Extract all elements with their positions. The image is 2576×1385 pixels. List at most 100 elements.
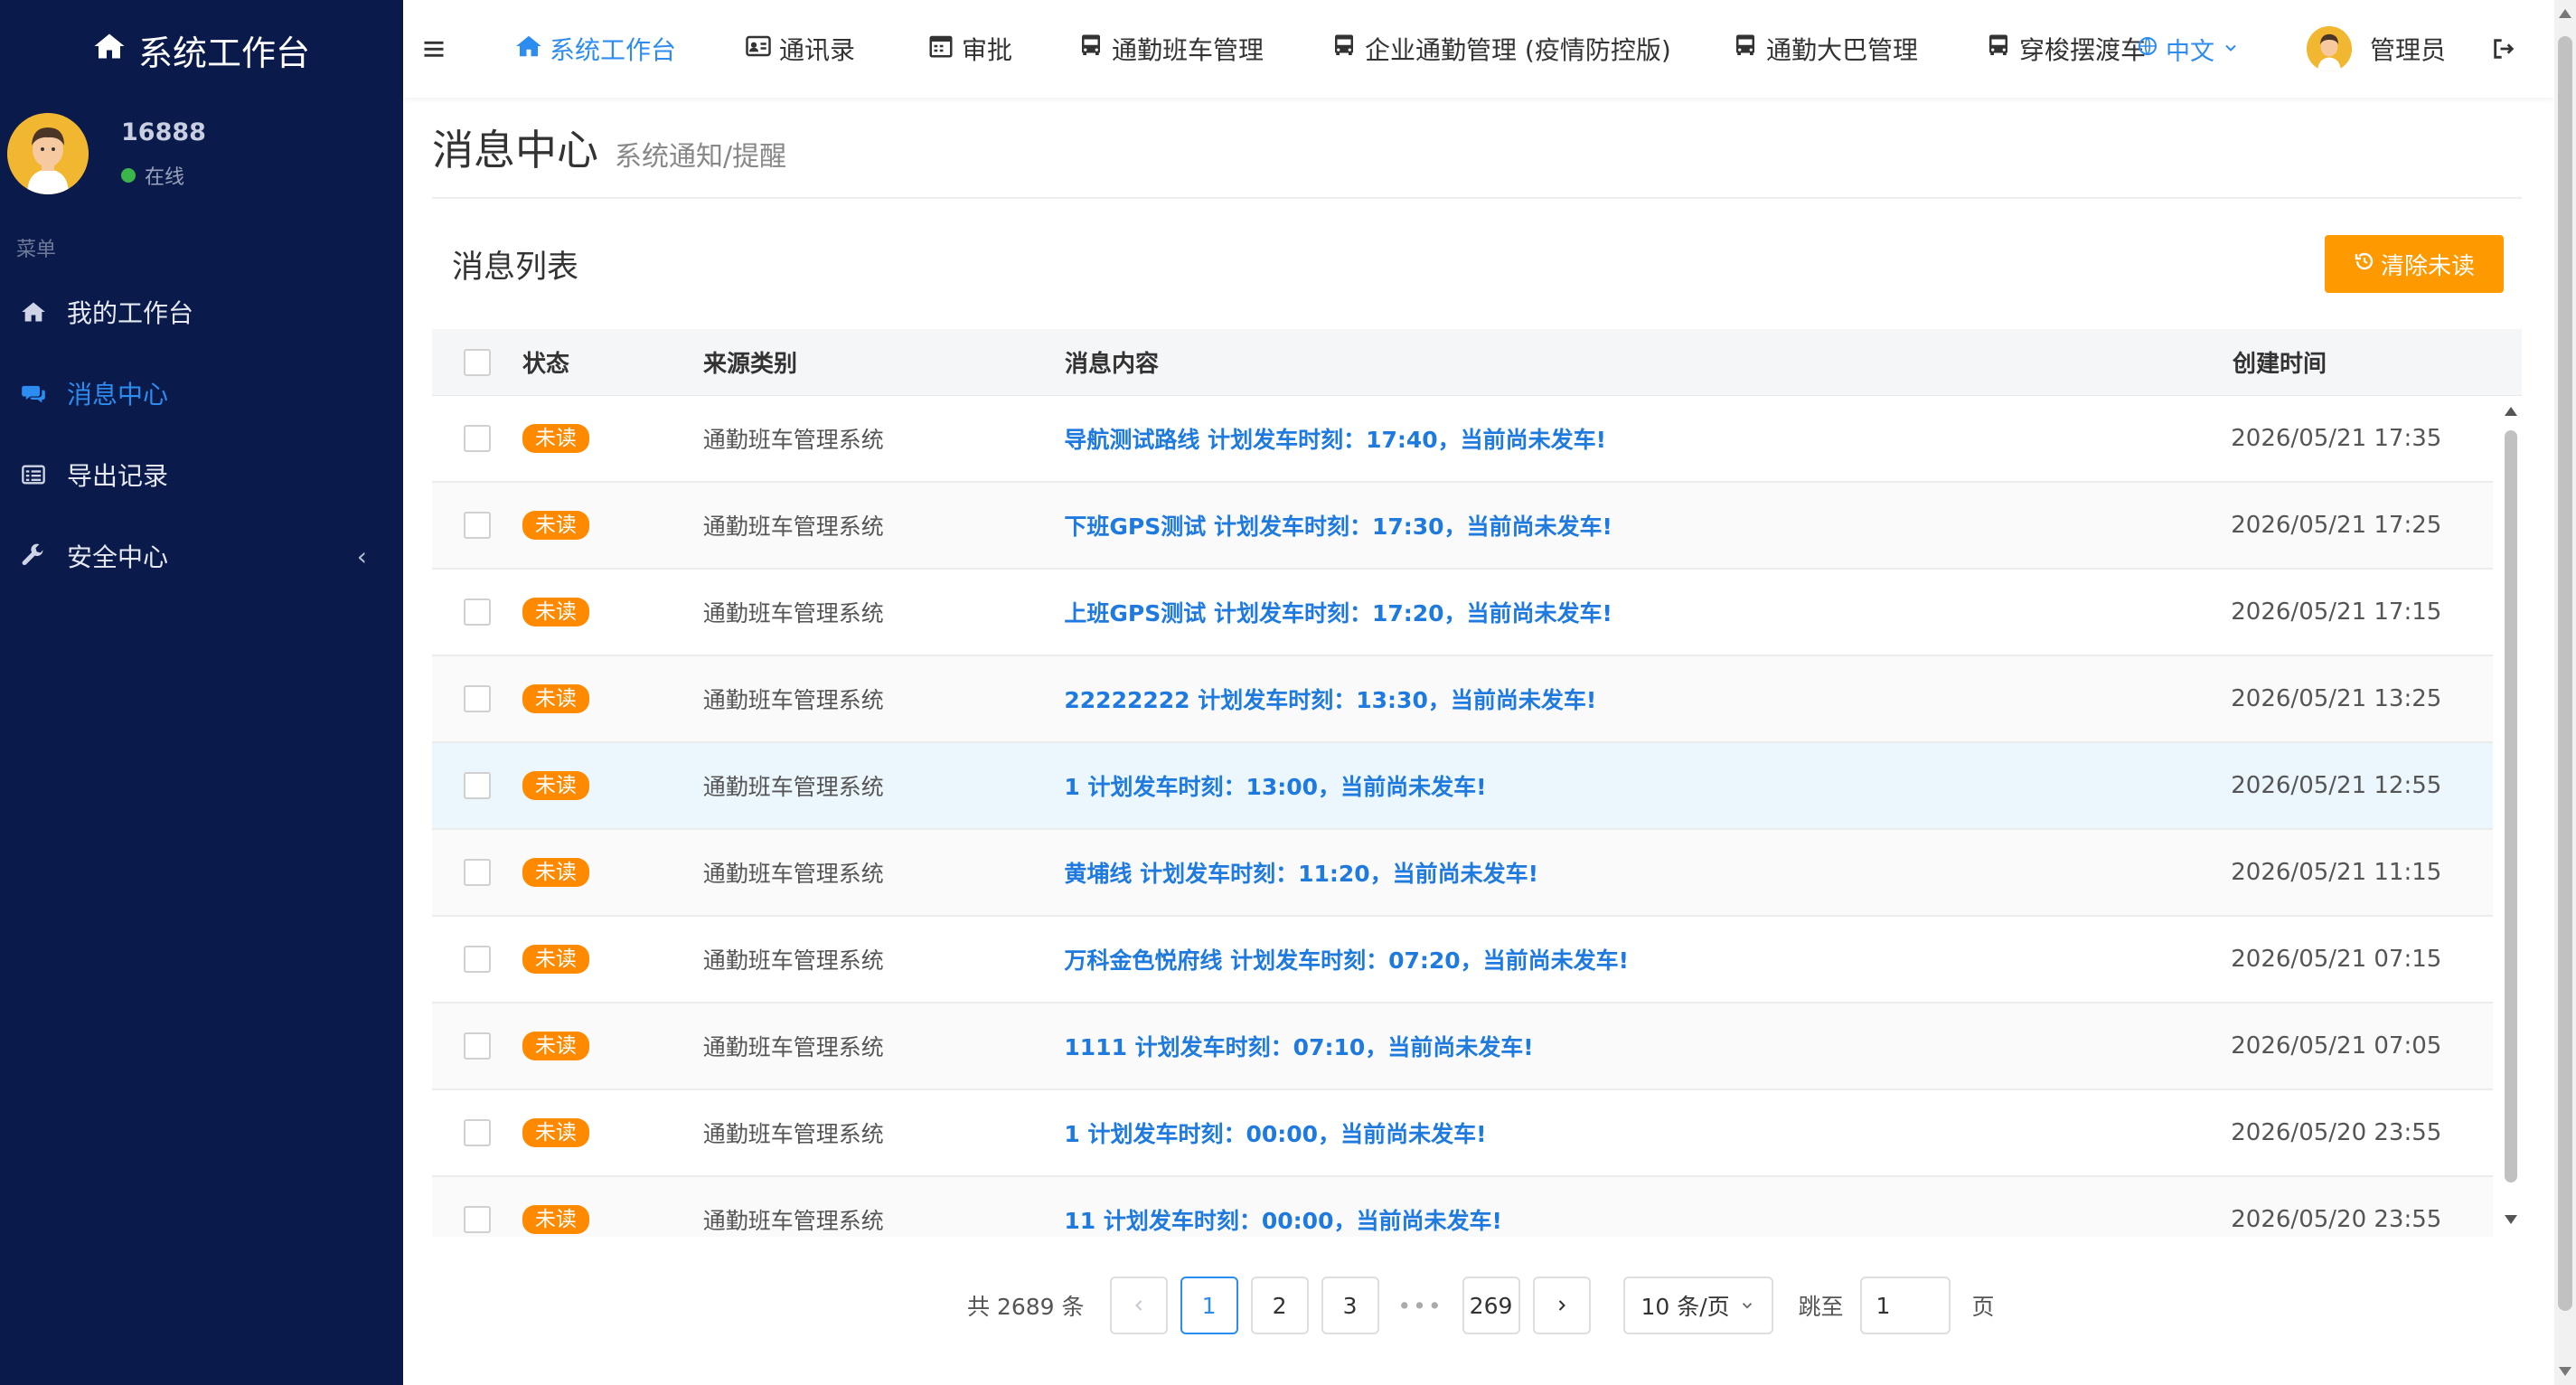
row-checkbox[interactable] bbox=[463, 1119, 491, 1146]
row-checkbox[interactable] bbox=[463, 512, 491, 539]
sidebar-item-messages[interactable]: 消息中心 bbox=[0, 353, 403, 434]
sidebar-brand[interactable]: 系统工作台 bbox=[0, 0, 403, 99]
scrollbar-thumb[interactable] bbox=[2558, 36, 2572, 1311]
nav-item-commute-coach[interactable]: 通勤大巴管理 bbox=[1732, 0, 1918, 98]
row-checkbox[interactable] bbox=[463, 946, 491, 973]
scroll-down-icon[interactable] bbox=[2505, 1215, 2517, 1224]
page-subtitle: 系统通知/提醒 bbox=[615, 141, 787, 173]
brand-title: 系统工作台 bbox=[137, 33, 310, 73]
sidebar-item-label: 我的工作台 bbox=[67, 298, 194, 328]
row-checkbox[interactable] bbox=[463, 1032, 491, 1060]
message-link[interactable]: 导航测试路线 计划发车时刻：17:40，当前尚未发车! bbox=[1064, 427, 1606, 453]
status-badge: 未读 bbox=[522, 424, 589, 453]
scroll-up-icon[interactable] bbox=[2505, 407, 2517, 416]
column-content[interactable]: 消息内容 bbox=[1065, 345, 2233, 379]
admin-menu[interactable]: 管理员 bbox=[2307, 0, 2446, 98]
sidebar-item-workbench[interactable]: 我的工作台 bbox=[0, 271, 403, 353]
page-size-select[interactable]: 10 条/页 bbox=[1622, 1277, 1773, 1334]
message-link[interactable]: 22222222 计划发车时刻：13:30，当前尚未发车! bbox=[1064, 687, 1596, 713]
status-badge: 未读 bbox=[522, 771, 589, 800]
message-link[interactable]: 1 计划发车时刻：00:00，当前尚未发车! bbox=[1064, 1121, 1486, 1147]
status-badge: 未读 bbox=[522, 1118, 589, 1147]
chevron-left-icon bbox=[1134, 1300, 1142, 1311]
main-content: 消息中心 系统通知/提醒 消息列表 清除未读 状态 来源类别 消息内容 创建时间… bbox=[432, 98, 2522, 1237]
source-cell: 通勤班车管理系统 bbox=[702, 861, 884, 887]
source-cell: 通勤班车管理系统 bbox=[702, 427, 884, 453]
table-row[interactable]: 未读 通勤班车管理系统 1 计划发车时刻：00:00，当前尚未发车! 2026/… bbox=[432, 1090, 2493, 1177]
select-all-cell bbox=[432, 348, 522, 376]
page-button-1[interactable]: 1 bbox=[1180, 1277, 1238, 1334]
column-source[interactable]: 来源类别 bbox=[703, 345, 1065, 379]
time-cell: 2026/05/21 17:35 bbox=[2231, 425, 2442, 452]
table-row[interactable]: 未读 通勤班车管理系统 黄埔线 计划发车时刻：11:20，当前尚未发车! 202… bbox=[432, 830, 2493, 917]
page-suffix: 页 bbox=[1971, 1294, 1995, 1320]
source-cell: 通勤班车管理系统 bbox=[702, 1121, 884, 1147]
nav-item-approval[interactable]: 审批 bbox=[927, 0, 1012, 98]
scroll-down-icon[interactable] bbox=[2559, 1367, 2571, 1376]
sidebar-item-security[interactable]: 安全中心 ‹ bbox=[0, 515, 403, 597]
row-checkbox[interactable] bbox=[463, 859, 491, 886]
message-link[interactable]: 11 计划发车时刻：00:00，当前尚未发车! bbox=[1064, 1208, 1501, 1234]
page-header: 消息中心 系统通知/提醒 bbox=[432, 98, 2522, 199]
address-card-icon bbox=[745, 33, 772, 66]
language-selector[interactable]: 中文 bbox=[2137, 0, 2240, 98]
table-row[interactable]: 未读 通勤班车管理系统 导航测试路线 计划发车时刻：17:40，当前尚未发车! … bbox=[432, 396, 2493, 483]
home-icon bbox=[515, 33, 542, 66]
row-checkbox[interactable] bbox=[463, 598, 491, 626]
table-row[interactable]: 未读 通勤班车管理系统 下班GPS测试 计划发车时刻：17:30，当前尚未发车!… bbox=[432, 483, 2493, 570]
nav-item-shuttle-bus[interactable]: 通勤班车管理 bbox=[1077, 0, 1264, 98]
time-cell: 2026/05/21 17:15 bbox=[2231, 598, 2442, 626]
source-cell: 通勤班车管理系统 bbox=[702, 513, 884, 540]
table-row[interactable]: 未读 通勤班车管理系统 22222222 计划发车时刻：13:30，当前尚未发车… bbox=[432, 656, 2493, 743]
page-button-last[interactable]: 269 bbox=[1462, 1277, 1520, 1334]
table-body: 未读 通勤班车管理系统 导航测试路线 计划发车时刻：17:40，当前尚未发车! … bbox=[432, 396, 2522, 1237]
nav-item-enterprise-commute[interactable]: 企业通勤管理 (疫情防控版) bbox=[1330, 0, 1671, 98]
globe-icon bbox=[2137, 35, 2158, 63]
bus-icon bbox=[1077, 33, 1105, 66]
page-ellipsis[interactable]: ••• bbox=[1392, 1293, 1450, 1319]
row-checkbox[interactable] bbox=[463, 1206, 491, 1233]
menu-toggle-icon[interactable] bbox=[407, 0, 461, 98]
page-button-2[interactable]: 2 bbox=[1250, 1277, 1309, 1334]
page-button-3[interactable]: 3 bbox=[1321, 1277, 1379, 1334]
nav-item-ferry-shuttle[interactable]: 穿梭摆渡车 bbox=[1985, 0, 2146, 98]
row-checkbox[interactable] bbox=[463, 425, 491, 452]
time-cell: 2026/05/21 12:55 bbox=[2231, 772, 2442, 799]
message-link[interactable]: 黄埔线 计划发车时刻：11:20，当前尚未发车! bbox=[1064, 861, 1538, 887]
nav-item-label: 穿梭摆渡车 bbox=[2019, 35, 2147, 65]
scroll-up-icon[interactable] bbox=[2559, 9, 2571, 18]
message-link[interactable]: 万科金色悦府线 计划发车时刻：07:20，当前尚未发车! bbox=[1064, 947, 1629, 974]
message-link[interactable]: 下班GPS测试 计划发车时刻：17:30，当前尚未发车! bbox=[1064, 513, 1612, 540]
table-row[interactable]: 未读 通勤班车管理系统 1111 计划发车时刻：07:10，当前尚未发车! 20… bbox=[432, 1003, 2493, 1090]
nav-item-workbench[interactable]: 系统工作台 bbox=[515, 0, 676, 98]
jump-page-input[interactable] bbox=[1859, 1277, 1951, 1334]
column-time[interactable]: 创建时间 bbox=[2233, 345, 2495, 379]
next-page-button[interactable] bbox=[1532, 1277, 1591, 1334]
message-link[interactable]: 1 计划发车时刻：13:00，当前尚未发车! bbox=[1064, 774, 1486, 800]
sidebar-item-export[interactable]: 导出记录 bbox=[0, 434, 403, 515]
user-name: 16888 bbox=[121, 118, 206, 146]
time-cell: 2026/05/21 07:05 bbox=[2231, 1032, 2442, 1060]
bus-icon bbox=[1985, 33, 2012, 66]
table-scrollbar[interactable] bbox=[2500, 396, 2522, 1230]
page-scrollbar[interactable] bbox=[2554, 0, 2576, 1385]
message-link[interactable]: 1111 计划发车时刻：07:10，当前尚未发车! bbox=[1064, 1034, 1533, 1060]
column-status[interactable]: 状态 bbox=[522, 345, 703, 379]
scrollbar-thumb[interactable] bbox=[2505, 430, 2517, 1182]
table-row[interactable]: 未读 通勤班车管理系统 上班GPS测试 计划发车时刻：17:20，当前尚未发车!… bbox=[432, 570, 2493, 656]
row-checkbox[interactable] bbox=[463, 685, 491, 712]
table-row[interactable]: 未读 通勤班车管理系统 1 计划发车时刻：13:00，当前尚未发车! 2026/… bbox=[432, 743, 2493, 830]
table-row[interactable]: 未读 通勤班车管理系统 万科金色悦府线 计划发车时刻：07:20，当前尚未发车!… bbox=[432, 917, 2493, 1003]
source-cell: 通勤班车管理系统 bbox=[702, 1034, 884, 1060]
table-row[interactable]: 未读 通勤班车管理系统 11 计划发车时刻：00:00，当前尚未发车! 2026… bbox=[432, 1177, 2493, 1237]
logout-icon[interactable] bbox=[2491, 0, 2516, 98]
select-all-checkbox[interactable] bbox=[464, 348, 491, 376]
clear-unread-button[interactable]: 清除未读 bbox=[2325, 235, 2504, 293]
prev-page-button[interactable] bbox=[1109, 1277, 1168, 1334]
time-cell: 2026/05/21 13:25 bbox=[2231, 685, 2442, 712]
row-checkbox[interactable] bbox=[463, 772, 491, 799]
message-link[interactable]: 上班GPS测试 计划发车时刻：17:20，当前尚未发车! bbox=[1064, 600, 1612, 627]
source-cell: 通勤班车管理系统 bbox=[702, 1208, 884, 1234]
sidebar-item-label: 安全中心 bbox=[67, 542, 169, 572]
nav-item-contacts[interactable]: 通讯录 bbox=[745, 0, 855, 98]
